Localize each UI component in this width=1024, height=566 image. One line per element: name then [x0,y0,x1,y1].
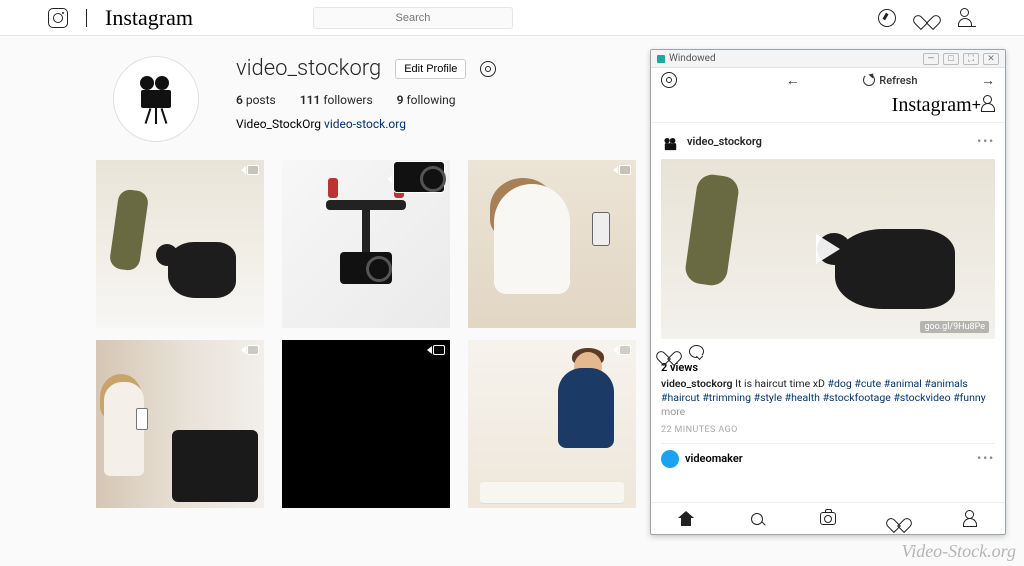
website-link[interactable]: video-stock.org [324,117,406,131]
like-icon[interactable] [661,345,677,359]
video-icon [241,345,259,355]
panel-title: Windowed [669,53,716,64]
logo-area[interactable]: Instagram [48,5,193,31]
feed-post-header: video_stockorg ••• [661,123,995,159]
feed-post-header-2: videomaker ••• [661,443,995,474]
video-icon [613,165,631,175]
caption: video_stockorg It is haircut time xD #do… [661,377,995,420]
search-input[interactable] [313,7,513,29]
profile-title-row: video_stockorg Edit Profile [236,56,496,81]
home-icon [678,512,694,526]
username: video_stockorg [236,56,381,81]
post-tile[interactable] [96,340,264,508]
comment-icon[interactable] [689,345,704,358]
settings-icon[interactable] [480,61,496,77]
caption-text: It is haircut time xD [735,377,825,390]
panel-tabbar [651,502,1005,534]
posts-stat[interactable]: 6 posts [236,93,276,107]
post-tile[interactable] [468,160,636,328]
profile-stats: 6 posts 111 followers 9 following [236,93,496,107]
instagram-icon [48,8,68,28]
logo-separator [86,9,87,27]
profile-bio: Video_StockOrg video-stock.org [236,117,496,131]
nav-actions [878,9,976,27]
search-wrapper [313,6,513,29]
forward-icon[interactable]: → [981,72,995,89]
video-icon [241,165,259,175]
post-time: 22 MINUTES AGO [661,420,995,443]
avatar-wrapper [96,56,216,142]
feed-username-2[interactable]: videomaker [685,452,743,465]
video-icon [613,345,631,355]
maximize-button[interactable]: ⛶ [963,53,979,65]
panel-titlebar[interactable]: Windowed — □ ⛶ ✕ [651,50,1005,68]
feed-media[interactable]: goo.gl/9Hu8Pe [661,159,995,339]
video-icon [387,165,445,193]
profile-icon[interactable] [958,9,976,27]
feed-avatar-2[interactable] [661,450,679,468]
tab-search[interactable] [722,503,793,534]
post-menu-icon[interactable]: ••• [977,135,995,148]
top-nav: Instagram [0,0,1024,36]
search-icon [751,513,763,525]
display-name: Video_StockOrg [236,117,321,131]
feed-username[interactable]: video_stockorg [687,135,762,148]
panel-settings-icon[interactable] [661,72,677,88]
feed-actions [661,339,995,361]
edit-profile-button[interactable]: Edit Profile [395,59,466,79]
more-link[interactable]: more [661,405,685,418]
restore-button[interactable]: □ [943,53,959,65]
camera-icon [131,74,181,124]
post-menu-icon[interactable]: ••• [977,452,995,465]
panel-brand[interactable]: Instagram [892,94,972,117]
tab-camera[interactable] [793,503,864,534]
view-count[interactable]: 2 views [661,361,995,377]
add-person-icon[interactable]: + [972,96,995,115]
activity-icon[interactable] [918,9,936,27]
post-tile[interactable] [96,160,264,328]
following-stat[interactable]: 9 following [397,93,456,107]
windowed-panel: Windowed — □ ⛶ ✕ ← Refresh → Instagram +… [650,49,1006,535]
back-icon[interactable]: ← [786,72,800,89]
media-watermark: goo.gl/9Hu8Pe [920,321,989,333]
heart-icon [891,512,907,526]
tab-home[interactable] [651,503,722,534]
close-button[interactable]: ✕ [983,53,999,65]
post-tile[interactable] [282,340,450,508]
profile-avatar[interactable] [113,56,199,142]
person-icon [963,511,977,527]
panel-header: Instagram + [651,92,1005,123]
feed-scroll[interactable]: video_stockorg ••• goo.gl/9Hu8Pe 2 views… [651,123,1005,502]
minimize-button[interactable]: — [923,53,939,65]
refresh-icon [863,74,875,86]
refresh-button[interactable]: Refresh [800,74,981,87]
camera-icon [820,512,836,525]
post-tile[interactable] [282,160,450,328]
app-icon [657,55,665,63]
post-tile[interactable] [468,340,636,508]
feed-avatar[interactable] [661,137,669,145]
tab-activity[interactable] [863,503,934,534]
followers-stat[interactable]: 111 followers [300,93,373,107]
brand-wordmark: Instagram [105,5,193,31]
tab-profile[interactable] [934,503,1005,534]
caption-user[interactable]: video_stockorg [661,377,733,390]
explore-icon[interactable] [878,9,896,27]
window-controls: — □ ⛶ ✕ [923,53,999,65]
panel-toolbar: ← Refresh → [651,68,1005,92]
video-icon [427,345,445,355]
profile-info: video_stockorg Edit Profile 6 posts 111 … [236,56,496,142]
play-icon [816,234,840,264]
page-watermark: Video-Stock.org [902,541,1016,562]
